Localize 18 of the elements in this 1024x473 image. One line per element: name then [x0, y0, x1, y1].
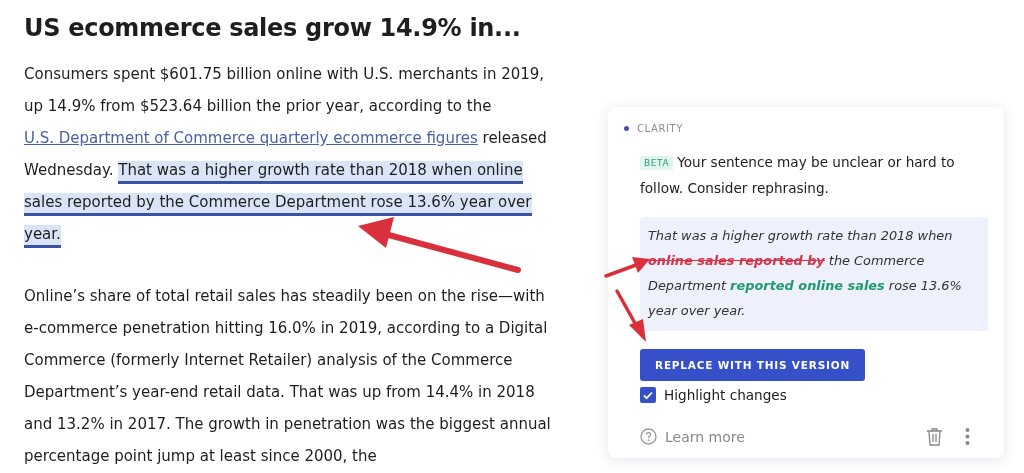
category-label: CLARITY [637, 123, 683, 134]
suggestion-message: BETA Your sentence may be unclear or hard to follow. Consider rephrasing. [640, 153, 956, 198]
article-paragraph: Online’s share of total retail sales has steadily been on the rise—with e-commerce penetration hitting 16.0% in 2019, according to a Digital Commerce (formerly Internet Retailer) analysis of the Commerce Department’s year-end retail data. That was up from 14.4% in 2018 and 13.2% in 2017. The growth in penetration was the biggest annual percentage point jump at least since 2000, the [24, 286, 552, 467]
checkmark-icon [642, 389, 654, 401]
annotation-arrow [615, 289, 646, 342]
more-icon[interactable] [965, 427, 970, 446]
article-paragraph: Consumers spent $601.75 billion online with U.S. merchants in 2019, up 14.9% from $523.64 billion the prior year, according to the U.S. Department of Commerce quarterly ecommerce figures released Wednesday. That was a higher growth rate than 2018 when online sales reported by the Commerce Department rose 13.6% year over year. [24, 58, 554, 250]
help-icon [640, 428, 657, 445]
trash-icon[interactable] [926, 427, 943, 446]
checkbox-label: Highlight changes [664, 387, 787, 403]
highlight-checkbox[interactable] [640, 387, 656, 403]
article-link[interactable]: U.S. Department of Commerce quarterly ecommerce figures [24, 129, 478, 147]
rewrite-text: That was a higher growth rate than 2018 when online sales reported by the Commerce Department reported online sales rose 13.6% year over year. [640, 217, 988, 331]
replace-button[interactable]: REPLACE WITH THIS VERSION [640, 349, 866, 381]
article-title: US ecommerce sales grow 14.9% in... [24, 14, 521, 42]
learn-more-link[interactable]: Learn more [665, 428, 745, 445]
category-dot [624, 126, 629, 131]
annotation-arrow [604, 257, 650, 278]
